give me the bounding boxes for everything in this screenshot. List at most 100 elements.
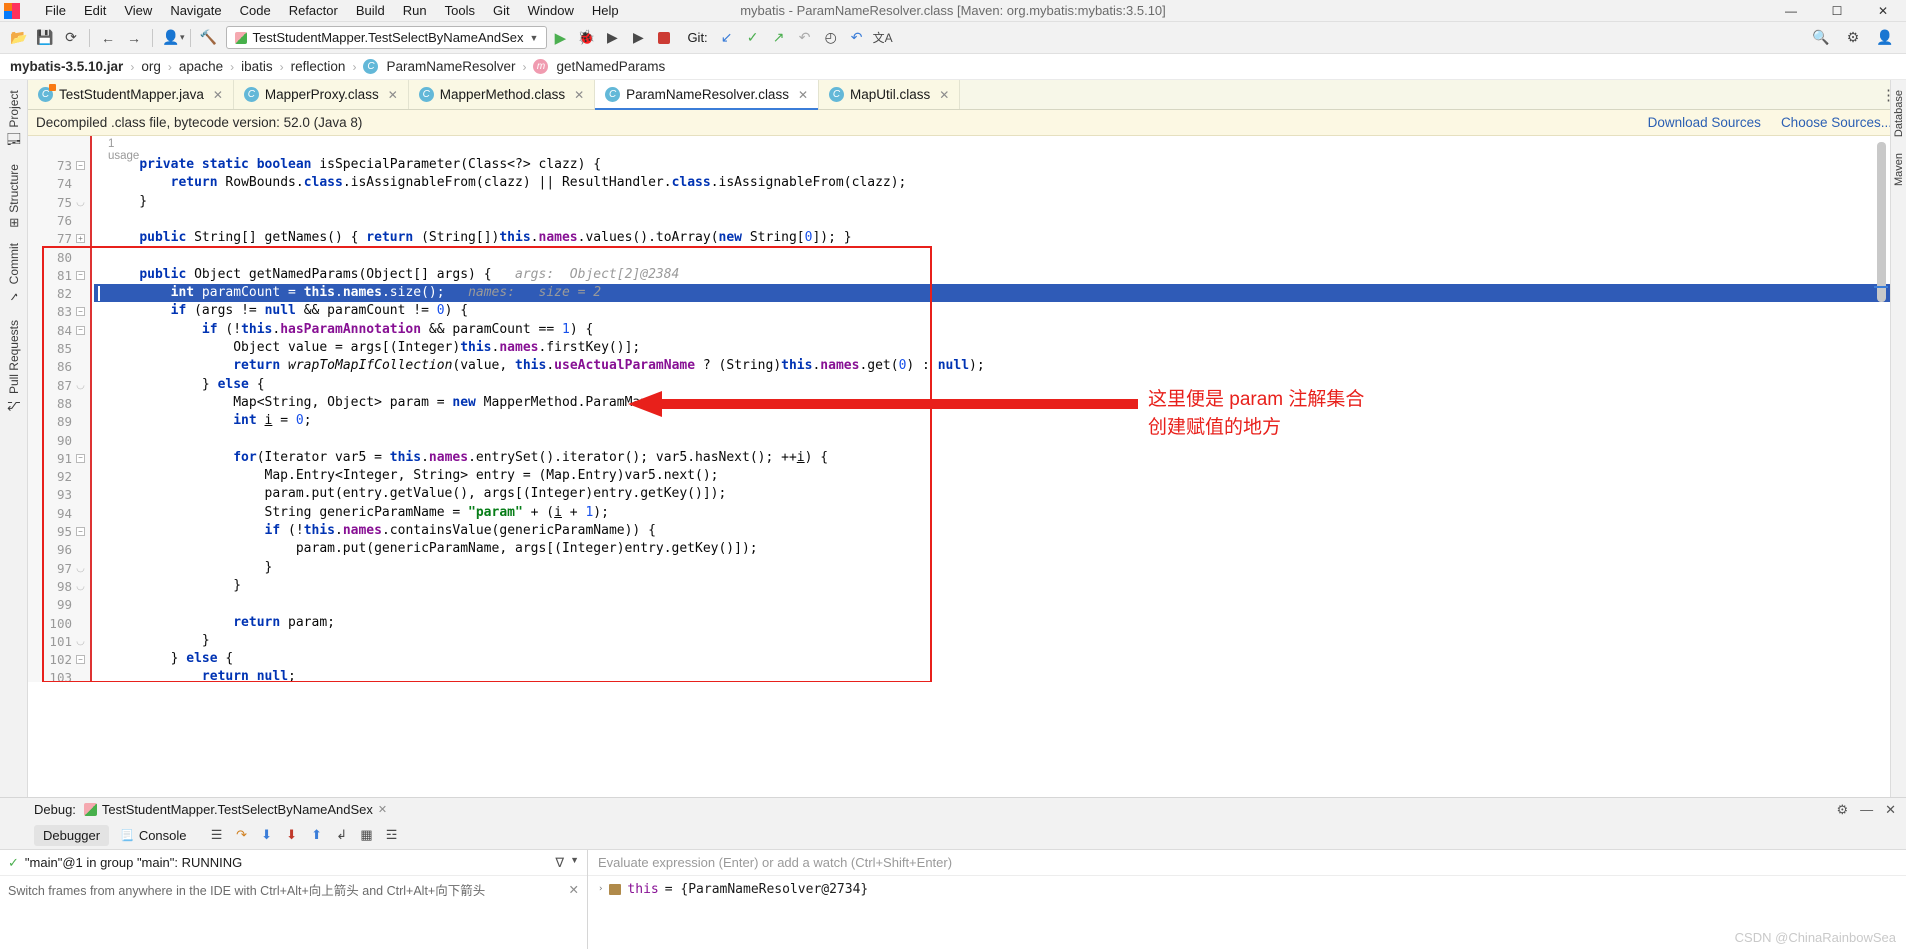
chevron-down-icon[interactable]: ▼ bbox=[530, 33, 539, 43]
minimize-button[interactable]: — bbox=[1768, 0, 1814, 22]
code-line[interactable]: private static boolean isSpecialParamete… bbox=[94, 156, 1890, 174]
tab-close-icon[interactable]: ✕ bbox=[939, 88, 949, 102]
run-configuration-selector[interactable]: TestStudentMapper.TestSelectByNameAndSex… bbox=[225, 26, 548, 49]
editor-scrollbar[interactable] bbox=[1877, 142, 1886, 302]
menu-item-tools[interactable]: Tools bbox=[436, 1, 484, 20]
menu-item-build[interactable]: Build bbox=[347, 1, 394, 20]
undo-icon[interactable]: ↶ bbox=[844, 26, 870, 50]
variable-row-this[interactable]: › this = {ParamNameResolver@2734} bbox=[588, 876, 1906, 902]
sidebar-item-database[interactable]: Database bbox=[1893, 82, 1905, 145]
sidebar-item-project[interactable]: 🗂 Project bbox=[7, 82, 21, 156]
fold-toggle-icon[interactable]: − bbox=[75, 270, 86, 281]
tab-close-icon[interactable]: ✕ bbox=[574, 88, 584, 102]
tab-close-icon[interactable]: ✕ bbox=[213, 88, 223, 102]
git-rollback-icon[interactable]: ↶ bbox=[792, 26, 818, 50]
maximize-button[interactable]: ☐ bbox=[1814, 0, 1860, 22]
stop-button[interactable] bbox=[651, 26, 677, 50]
code-line[interactable]: } bbox=[94, 559, 1890, 577]
code-line[interactable]: Object value = args[(Integer)this.names.… bbox=[94, 339, 1890, 357]
code-line[interactable]: param.put(genericParamName, args[(Intege… bbox=[94, 540, 1890, 558]
fold-toggle-icon[interactable]: − bbox=[75, 160, 86, 171]
fold-toggle-icon[interactable]: − bbox=[75, 526, 86, 537]
run-to-cursor-icon[interactable]: ↲ bbox=[331, 825, 353, 845]
code-line[interactable]: } bbox=[94, 632, 1890, 650]
evaluate-expression-icon[interactable]: ▦ bbox=[356, 825, 378, 845]
tab-paramnameresolver-class[interactable]: C ParamNameResolver.class ✕ bbox=[595, 80, 820, 110]
debug-button[interactable]: 🐞 bbox=[573, 26, 599, 50]
chevron-down-icon[interactable]: ▼ bbox=[570, 855, 579, 871]
frames-panel[interactable]: ✓ "main"@1 in group "main": RUNNING ∇ ▼ … bbox=[0, 850, 588, 949]
git-update-icon[interactable]: ↙ bbox=[714, 26, 740, 50]
code-line[interactable] bbox=[94, 248, 1890, 266]
code-line[interactable]: } bbox=[94, 193, 1890, 211]
fold-toggle-icon[interactable]: + bbox=[75, 233, 86, 244]
sync-icon[interactable]: ⟳ bbox=[58, 26, 84, 50]
git-push-icon[interactable]: ↗ bbox=[766, 26, 792, 50]
sidebar-item-pull-requests[interactable]: ⎇ Pull Requests bbox=[7, 312, 21, 421]
code-line[interactable]: param.put(entry.getValue(), args[(Intege… bbox=[94, 485, 1890, 503]
run-with-profiler-icon[interactable]: ▶ bbox=[625, 26, 651, 50]
step-into-icon[interactable]: ⬇ bbox=[256, 825, 278, 845]
open-folder-icon[interactable]: 📂 bbox=[6, 26, 32, 50]
sidebar-item-commit[interactable]: ✓ Commit bbox=[7, 235, 21, 311]
step-out-icon[interactable]: ⬆ bbox=[306, 825, 328, 845]
session-close-icon[interactable]: ✕ bbox=[378, 803, 387, 816]
debug-minimize-icon[interactable]: — bbox=[1860, 802, 1873, 818]
save-icon[interactable]: 💾 bbox=[32, 26, 58, 50]
sidebar-item-maven[interactable]: Maven bbox=[1893, 145, 1905, 194]
menu-item-run[interactable]: Run bbox=[394, 1, 436, 20]
code-line[interactable]: String genericParamName = "param" + (i +… bbox=[94, 504, 1890, 522]
menu-item-view[interactable]: View bbox=[115, 1, 161, 20]
breadcrumb-item-apache[interactable]: apache bbox=[179, 59, 223, 74]
layout-settings-icon[interactable]: ☲ bbox=[381, 825, 403, 845]
fold-toggle-icon[interactable]: − bbox=[75, 453, 86, 464]
tab-close-icon[interactable]: ✕ bbox=[798, 88, 808, 102]
breadcrumb-item-reflection[interactable]: reflection bbox=[291, 59, 346, 74]
code-line[interactable]: return RowBounds.class.isAssignableFrom(… bbox=[94, 174, 1890, 192]
filter-icon[interactable]: ∇ bbox=[555, 855, 564, 871]
thread-row[interactable]: ✓ "main"@1 in group "main": RUNNING ∇ ▼ bbox=[0, 850, 587, 876]
code-line[interactable] bbox=[94, 211, 1890, 229]
tab-mappermethod-class[interactable]: C MapperMethod.class ✕ bbox=[408, 80, 596, 109]
code-line-current[interactable]: int paramCount = this.names.size(); name… bbox=[94, 284, 1890, 303]
fold-toggle-icon[interactable]: − bbox=[75, 654, 86, 665]
menu-item-help[interactable]: Help bbox=[583, 1, 628, 20]
tab-mapperproxy-class[interactable]: C MapperProxy.class ✕ bbox=[233, 80, 409, 109]
gear-icon[interactable]: ⚙ bbox=[1840, 26, 1866, 50]
menu-item-refactor[interactable]: Refactor bbox=[280, 1, 347, 20]
breadcrumb-item-org[interactable]: org bbox=[141, 59, 161, 74]
window-controls[interactable]: — ☐ ✕ bbox=[1768, 0, 1906, 22]
code-line[interactable]: for(Iterator var5 = this.names.entrySet(… bbox=[94, 449, 1890, 467]
menu-item-file[interactable]: File bbox=[36, 1, 75, 20]
force-step-into-icon[interactable]: ⬇ bbox=[281, 825, 303, 845]
code-line[interactable]: Map.Entry<Integer, String> entry = (Map.… bbox=[94, 467, 1890, 485]
coverage-button[interactable]: ▶ bbox=[599, 26, 625, 50]
code-line[interactable]: public Object getNamedParams(Object[] ar… bbox=[94, 266, 1890, 284]
git-history-icon[interactable]: ◴ bbox=[818, 26, 844, 50]
menu-item-code[interactable]: Code bbox=[231, 1, 280, 20]
fold-toggle-icon[interactable]: − bbox=[75, 325, 86, 336]
debug-session-tab[interactable]: TestStudentMapper.TestSelectByNameAndSex… bbox=[83, 802, 387, 817]
breadcrumb-item-method[interactable]: getNamedParams bbox=[556, 59, 665, 74]
step-over-icon[interactable]: ↷ bbox=[231, 825, 253, 845]
fold-end-icon[interactable]: ◡ bbox=[75, 380, 86, 391]
profiler-caret-icon[interactable]: ▾ bbox=[180, 32, 185, 43]
fold-toggle-icon[interactable]: − bbox=[75, 306, 86, 317]
fold-end-icon[interactable]: ◡ bbox=[75, 197, 86, 208]
tab-maputil-class[interactable]: C MapUtil.class ✕ bbox=[819, 80, 961, 109]
evaluate-expression-input[interactable]: Evaluate expression (Enter) or add a wat… bbox=[588, 850, 1906, 876]
menu-bar[interactable]: File Edit View Navigate Code Refactor Bu… bbox=[36, 1, 628, 20]
breadcrumb-item-jar[interactable]: mybatis-3.5.10.jar bbox=[10, 59, 123, 74]
hint-close-icon[interactable]: ✕ bbox=[569, 882, 579, 897]
code-line[interactable]: return null; bbox=[94, 668, 1890, 682]
debug-hide-icon[interactable]: ✕ bbox=[1885, 802, 1896, 818]
account-icon[interactable]: 👤 bbox=[1872, 26, 1898, 50]
code-editor[interactable]: 1 usage 73−74 75 ◡ 76 77 +80 81−82 83−84−85 86 87 ◡… bbox=[28, 136, 1890, 682]
close-button[interactable]: ✕ bbox=[1860, 0, 1906, 22]
code-line[interactable]: if (args != null && paramCount != 0) { bbox=[94, 302, 1890, 320]
code-line[interactable]: return param; bbox=[94, 614, 1890, 632]
choose-sources-link[interactable]: Choose Sources... bbox=[1781, 115, 1892, 130]
translate-icon[interactable]: 文A bbox=[870, 26, 896, 50]
run-button[interactable]: ▶ bbox=[547, 26, 573, 50]
menu-item-window[interactable]: Window bbox=[519, 1, 583, 20]
